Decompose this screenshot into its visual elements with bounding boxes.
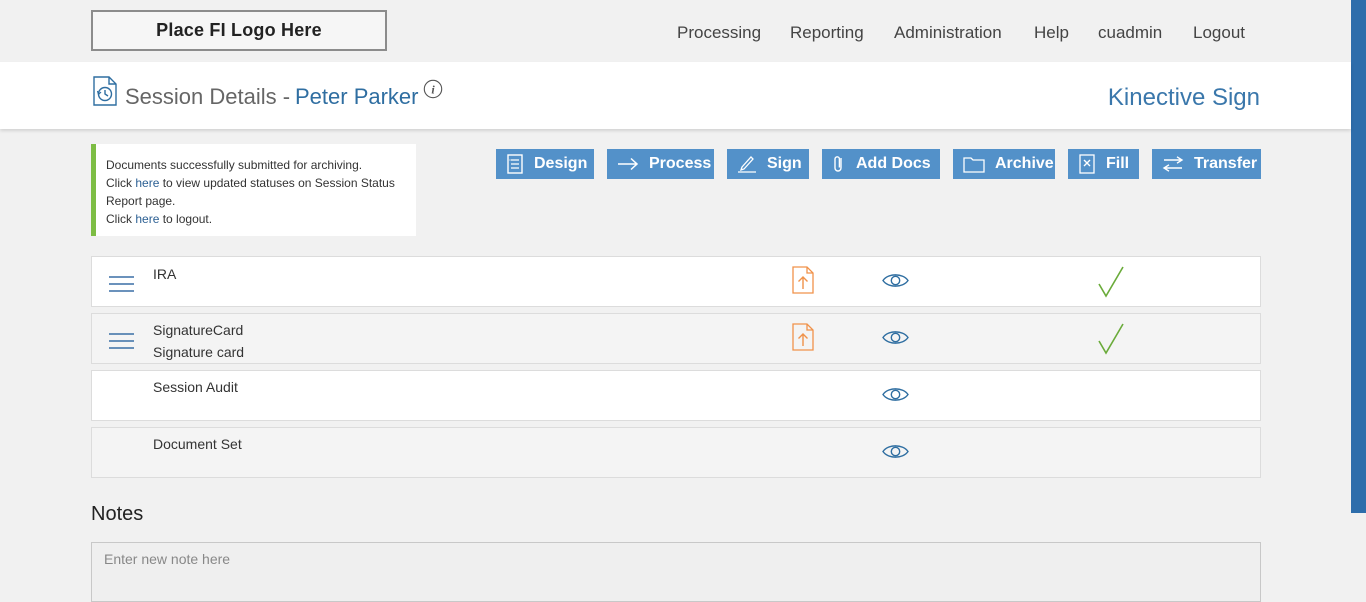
session-customer-name: Peter Parker <box>295 84 419 109</box>
main-nav: Processing Reporting Administration Help… <box>0 23 1351 45</box>
message-line: Click here to logout. <box>106 212 213 226</box>
archive-button[interactable]: Archive <box>953 149 1055 179</box>
svg-text:i: i <box>431 83 435 97</box>
nav-processing[interactable]: Processing <box>677 23 761 43</box>
page-scrollbar[interactable] <box>1351 0 1366 513</box>
signed-checkmark-icon <box>1098 323 1124 355</box>
hamburger-menu-icon[interactable] <box>108 275 135 293</box>
process-label: Process <box>649 155 712 172</box>
hamburger-menu-icon[interactable] <box>108 332 135 350</box>
process-button[interactable]: Process <box>607 149 714 179</box>
document-subtitle: Signature card <box>153 344 245 360</box>
view-eye-icon[interactable] <box>882 329 909 346</box>
document-row-document-set: Document Set <box>91 427 1261 478</box>
nav-administration[interactable]: Administration <box>894 23 1002 43</box>
pen-icon <box>738 156 756 173</box>
document-name: IRA <box>153 266 177 282</box>
design-button[interactable]: Design <box>496 149 594 179</box>
upload-document-icon[interactable] <box>792 323 814 351</box>
add-docs-button[interactable]: Add Docs <box>822 149 940 179</box>
arrow-right-icon <box>618 157 639 171</box>
document-row-session-audit: Session Audit <box>91 370 1261 421</box>
list-document-icon <box>507 154 523 174</box>
archive-label: Archive <box>995 155 1054 172</box>
sign-label: Sign <box>767 155 802 172</box>
view-eye-icon[interactable] <box>882 386 909 403</box>
folder-icon <box>963 156 985 173</box>
session-status-report-link[interactable]: here <box>135 176 159 190</box>
upload-document-icon[interactable] <box>792 266 814 294</box>
document-name: Session Audit <box>153 379 238 395</box>
notes-heading: Notes <box>91 503 144 525</box>
page-title: Session Details - <box>125 84 291 109</box>
transfer-button[interactable]: Transfer <box>1152 149 1261 179</box>
info-icon[interactable]: i <box>423 79 443 99</box>
fill-label: Fill <box>1106 155 1130 172</box>
document-name: Document Set <box>153 436 242 452</box>
nav-help[interactable]: Help <box>1034 23 1069 43</box>
document-name: SignatureCard <box>153 322 244 338</box>
session-history-document-icon <box>93 76 117 106</box>
logout-link[interactable]: here <box>135 212 159 226</box>
sign-button[interactable]: Sign <box>727 149 809 179</box>
message-line: Documents successfully submitted for arc… <box>106 158 363 172</box>
document-row-ira: IRA <box>91 256 1261 307</box>
view-eye-icon[interactable] <box>882 272 909 289</box>
nav-user-cuadmin[interactable]: cuadmin <box>1098 23 1162 43</box>
transfer-label: Transfer <box>1194 155 1258 172</box>
fill-button[interactable]: Fill <box>1068 149 1139 179</box>
nav-reporting[interactable]: Reporting <box>790 23 864 43</box>
new-note-input[interactable] <box>91 542 1261 602</box>
view-eye-icon[interactable] <box>882 443 909 460</box>
top-bar: Place FI Logo Here Processing Reporting … <box>0 0 1351 62</box>
add-docs-label: Add Docs <box>856 155 931 172</box>
nav-logout[interactable]: Logout <box>1193 23 1245 43</box>
design-label: Design <box>534 155 588 172</box>
form-document-icon <box>1079 154 1095 174</box>
archive-success-message: Documents successfully submitted for arc… <box>91 144 416 236</box>
signed-checkmark-icon <box>1098 266 1124 298</box>
brand-title: Kinective Sign <box>1107 84 1260 111</box>
document-row-signaturecard: SignatureCard Signature card <box>91 313 1261 364</box>
transfer-arrows-icon <box>1162 156 1184 172</box>
message-line: Click here to view updated statuses on S… <box>106 176 395 208</box>
paperclip-icon <box>834 156 842 172</box>
